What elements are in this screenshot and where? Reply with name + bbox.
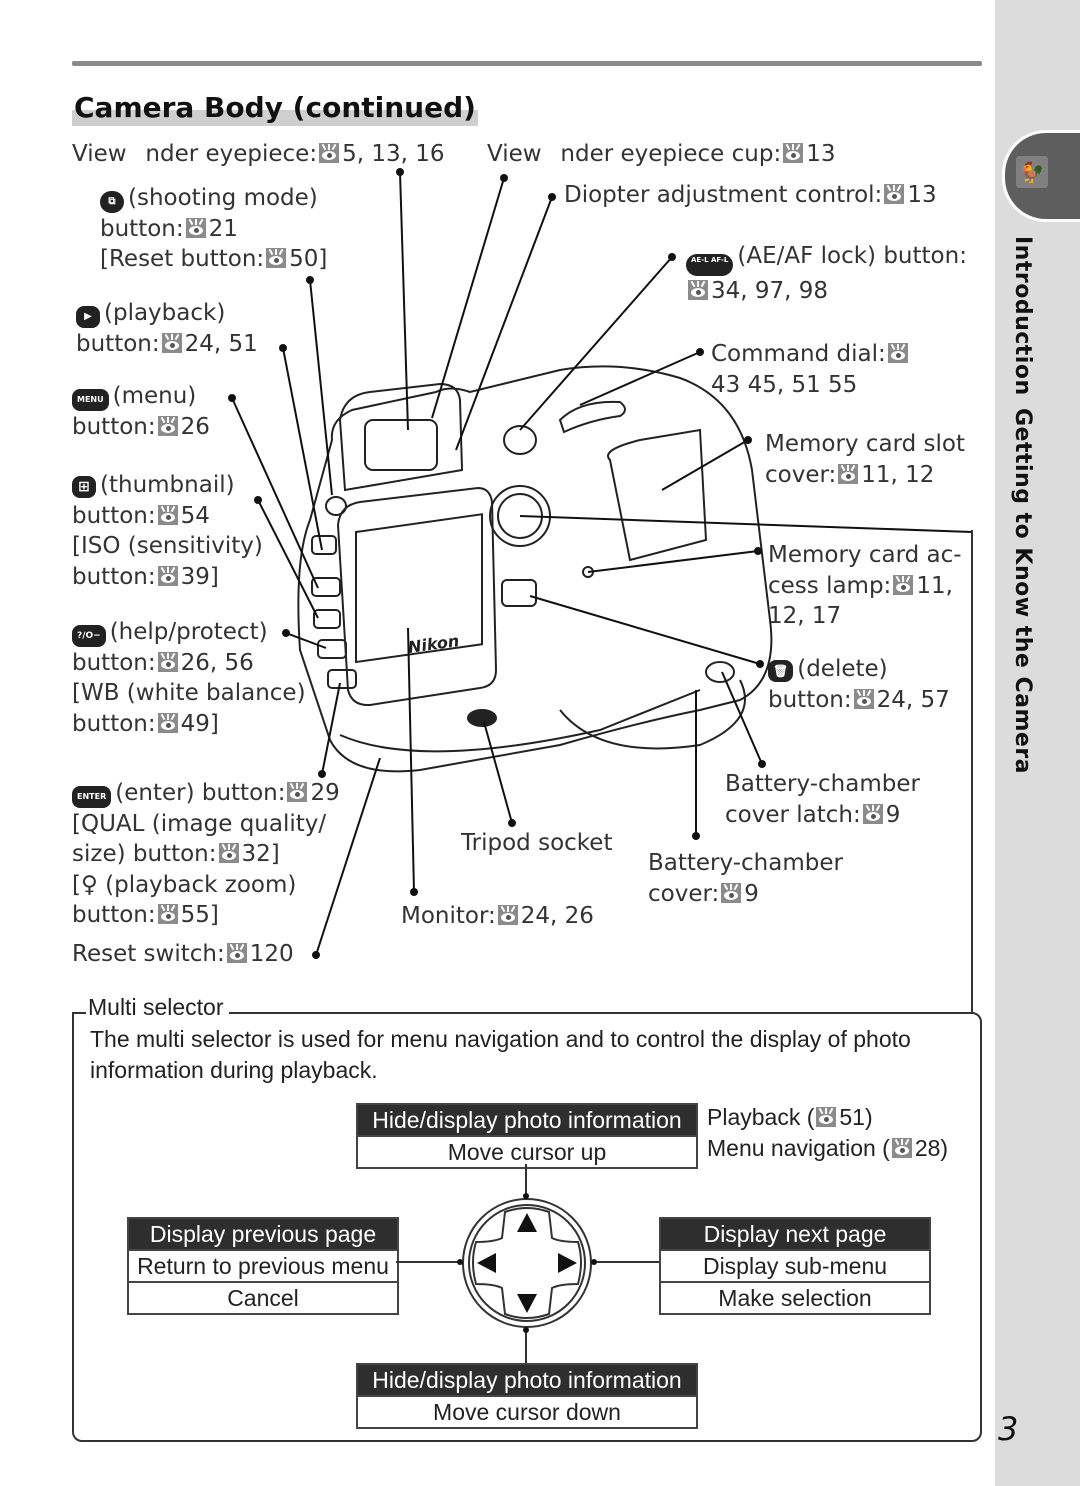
card-slot-cover bbox=[607, 428, 708, 562]
table-right: Display next page Display sub-menu Make … bbox=[659, 1217, 931, 1315]
mode-playback: Playback (51) bbox=[707, 1104, 873, 1130]
page-ref-icon bbox=[816, 1107, 837, 1127]
label-shooting-mode: ⧉ (shooting mode) button: 21 [Reset button… bbox=[100, 185, 328, 272]
svg-text:Nikon: Nikon bbox=[407, 631, 460, 657]
label-menu: MENU (menu) button: 26 bbox=[72, 383, 210, 440]
page-ref-icon bbox=[891, 1138, 912, 1158]
multi-selector-description: The multi selector is used for menu navi… bbox=[90, 1026, 911, 1083]
playback-icon: ▶ bbox=[76, 306, 100, 328]
page-ref-icon bbox=[783, 143, 804, 163]
page-ref-icon bbox=[161, 332, 182, 353]
mode-menu-navigation: Menu navigation (28) bbox=[707, 1135, 949, 1161]
menu-icon: MENU bbox=[72, 389, 109, 411]
label-ae-af-lock: AE-L AF-L (AE/AF lock) button: 34, 97, 98 bbox=[686, 241, 967, 307]
body-command-dial bbox=[558, 400, 626, 434]
page-ref-icon bbox=[157, 651, 178, 672]
page-ref-icon bbox=[157, 904, 178, 924]
label-monitor: Monitor: 24, 26 bbox=[401, 903, 594, 929]
page-ref-icon bbox=[287, 782, 308, 802]
multi-selector-legend: Multi selector bbox=[86, 994, 230, 1021]
label-reset-switch: Reset switch: 120 bbox=[72, 941, 294, 967]
body-delete-button bbox=[501, 579, 537, 607]
page-ref-icon bbox=[266, 248, 287, 268]
down-menu-action: Move cursor down bbox=[358, 1395, 696, 1427]
thumbnail-icon: ⊞ bbox=[72, 476, 96, 498]
label-diopter: Diopter adjustment control: 13 bbox=[564, 182, 937, 208]
page-ref-icon bbox=[319, 143, 340, 163]
ae-af-lock-icon: AE-L AF-L bbox=[686, 254, 734, 276]
tripod-socket-mark bbox=[467, 709, 497, 727]
trash-icon: 🗑 bbox=[768, 660, 794, 682]
label-command-dial: Command dial: 43 45, 51 55 bbox=[711, 339, 911, 400]
page-ref-icon bbox=[157, 415, 178, 436]
page-ref-icon bbox=[157, 504, 178, 525]
right-menu-action: Display sub-menu bbox=[661, 1249, 929, 1281]
page-ref-icon bbox=[887, 343, 908, 363]
page-ref-icon bbox=[688, 280, 708, 300]
page-ref-icon bbox=[853, 688, 874, 709]
label-viewfinder-cup: View nder eyepiece cup: 13 bbox=[487, 141, 836, 167]
page-ref-icon bbox=[884, 184, 905, 204]
page-ref-icon bbox=[226, 943, 247, 963]
page-ref-icon bbox=[185, 217, 206, 238]
up-playback-action: Hide/display photo information bbox=[358, 1105, 696, 1135]
right-menu-action-2: Make selection bbox=[661, 1281, 929, 1313]
enter-icon: ENTER bbox=[72, 786, 112, 808]
left-playback-action: Display previous page bbox=[129, 1219, 397, 1249]
down-playback-action: Hide/display photo information bbox=[358, 1365, 696, 1395]
page-ref-icon bbox=[157, 712, 178, 733]
label-playback: ▶ (playback) button: 24, 51 bbox=[76, 300, 258, 357]
monitor-frame bbox=[336, 486, 498, 707]
help-protect-icon: ?/O− bbox=[72, 625, 106, 647]
frame-connector-line bbox=[971, 530, 973, 1014]
label-delete: 🗑 (delete) button: 24, 57 bbox=[768, 656, 950, 713]
page-ref-icon bbox=[721, 882, 742, 903]
left-menu-action-2: Cancel bbox=[129, 1281, 397, 1313]
label-memory-card-slot: Memory card slot cover: 11, 12 bbox=[765, 431, 966, 488]
label-enter: ENTER (enter) button: 29 [QUAL (image qual… bbox=[72, 780, 340, 928]
page-ref-icon bbox=[497, 905, 518, 925]
camera-body-outline bbox=[297, 365, 773, 773]
label-viewfinder-eyepiece: View nder eyepiece: 5, 13, 16 bbox=[72, 141, 445, 167]
right-playback-action: Display next page bbox=[661, 1219, 929, 1249]
label-battery-cover: Battery-chamber cover: 9 bbox=[648, 850, 843, 907]
label-battery-latch: Battery-chamber cover latch: 9 bbox=[725, 771, 920, 828]
label-thumbnail: ⊞ (thumbnail) button: 54 [ISO (sensitivity… bbox=[72, 472, 263, 590]
body-aelock bbox=[503, 425, 537, 455]
page-ref-icon bbox=[218, 843, 239, 863]
label-tripod-socket: Tripod socket bbox=[461, 830, 613, 856]
shooting-mode-icon: ⧉ bbox=[100, 191, 124, 213]
page-ref-icon bbox=[838, 463, 859, 484]
label-help-protect: ?/O− (help/protect) button: 26, 56 [WB (wh… bbox=[72, 619, 306, 737]
left-menu-action: Return to previous menu bbox=[129, 1249, 397, 1281]
label-access-lamp: Memory card ac- cess lamp: 11, 12, 17 bbox=[768, 542, 962, 629]
table-left: Display previous page Return to previous… bbox=[127, 1217, 399, 1315]
eyepiece-window bbox=[364, 419, 438, 471]
page-ref-icon bbox=[862, 803, 883, 824]
table-down: Hide/display photo information Move curs… bbox=[356, 1363, 698, 1429]
up-menu-action: Move cursor up bbox=[358, 1135, 696, 1167]
page-ref-icon bbox=[157, 565, 178, 586]
table-up: Hide/display photo information Move curs… bbox=[356, 1103, 698, 1169]
page-ref-icon bbox=[893, 574, 914, 595]
